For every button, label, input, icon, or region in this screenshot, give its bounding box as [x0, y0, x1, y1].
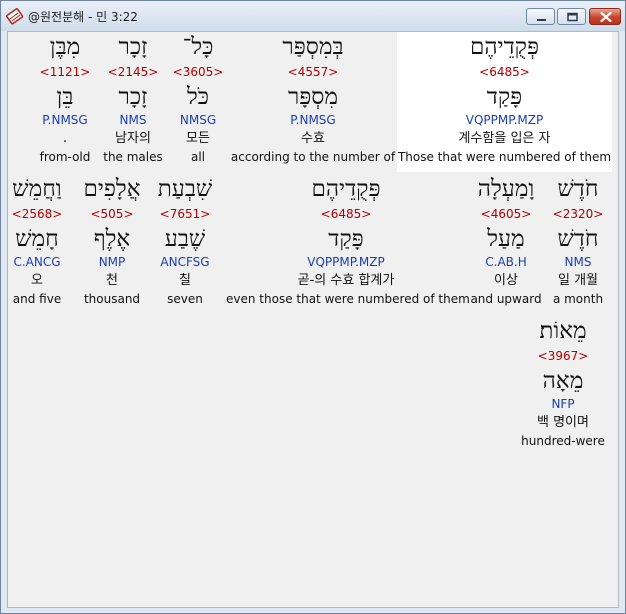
analysis-panel[interactable]: מִבֶּן <1121> בֵּן P.NMSG . from-old זָכ…	[7, 31, 619, 608]
strong-number: <6485>	[479, 65, 530, 79]
korean-gloss: 백 명이며	[537, 415, 589, 430]
korean-gloss: 천	[106, 273, 118, 288]
korean-gloss: 칠	[179, 273, 191, 288]
parsing-code: NMSG	[179, 113, 217, 127]
english-gloss: according to the number of	[230, 150, 396, 164]
parsing-code: VQPPMP.MZP	[465, 113, 544, 127]
hebrew-word: כָּל־	[182, 34, 214, 60]
strong-number: <2145>	[107, 65, 159, 79]
english-gloss: even those that were numbered of them	[226, 292, 470, 306]
hebrew-word: פְּקֻדֵיהֶם	[311, 176, 381, 202]
lexical-form: פָּקַד	[328, 226, 364, 252]
english-gloss: and upward	[470, 292, 542, 306]
strong-number: <2568>	[11, 207, 63, 221]
lexical-form: כֹּל	[186, 84, 209, 110]
strong-number: <7651>	[159, 207, 211, 221]
strong-number: <2320>	[552, 207, 604, 221]
hebrew-word: אֲלָפִים	[83, 176, 141, 202]
english-gloss: thousand	[83, 292, 141, 306]
hebrew-word: וָמַעְלָה	[477, 176, 535, 202]
lexical-form: חָמֵשׁ	[15, 226, 59, 252]
korean-gloss: .	[62, 131, 68, 146]
lexical-form: מִסְפָּר	[287, 84, 339, 110]
hebrew-word: זָכָר	[118, 34, 148, 60]
korean-gloss: 일 개월	[557, 273, 598, 288]
english-gloss: a month	[552, 292, 604, 306]
english-gloss: and five	[12, 292, 62, 306]
lexical-form: מֵאָה	[542, 368, 584, 394]
window-title: @원전분해 - 민 3:22	[28, 10, 138, 24]
parsing-code: C.ANCG	[13, 255, 61, 269]
lexical-form: זָכָר	[118, 84, 148, 110]
english-gloss: from-old	[39, 150, 91, 164]
lexical-form: חֹדֶשׁ	[557, 226, 599, 252]
parsing-code: NFP	[551, 397, 575, 411]
korean-gloss: 모든	[186, 131, 210, 146]
korean-gloss: 수효	[301, 131, 325, 146]
strong-number: <1121>	[39, 65, 91, 79]
hebrew-word: מֵאוֹת׃	[539, 318, 587, 344]
strong-number: <3605>	[172, 65, 224, 79]
lexical-form: בֵּן	[56, 84, 74, 110]
hebrew-word: מִבֶּן	[49, 34, 81, 60]
english-gloss: hundred-were	[521, 434, 605, 448]
korean-gloss: 계수함을 입은 자	[458, 131, 551, 146]
korean-gloss: 이상	[494, 273, 518, 288]
parsing-code: ANCFSG	[160, 255, 210, 269]
english-gloss: all	[190, 150, 206, 164]
lexical-form: שֶׁבַע	[164, 226, 206, 252]
minimize-button[interactable]	[526, 8, 555, 25]
korean-gloss: 오	[31, 273, 43, 288]
parsing-code: NMP	[98, 255, 126, 269]
english-gloss: seven	[167, 292, 203, 306]
hebrew-word: בְּמִסְפַּר	[282, 34, 344, 60]
english-gloss: Those that were numbered of them	[397, 150, 612, 164]
hebrew-word: וַחֲמֵשׁ	[12, 176, 62, 202]
lexical-form: מַעַל	[487, 226, 525, 252]
korean-gloss: 곧-의 수효 합계가	[297, 273, 395, 288]
close-button[interactable]	[589, 8, 621, 25]
parsing-code: NMS	[564, 255, 592, 269]
lexical-form: אֶלֶף	[93, 226, 131, 252]
strong-number: <3967>	[537, 349, 589, 363]
app-window: @원전분해 - 민 3:22 מִבֶּן <1121> בֵּן P.NMSG…	[0, 0, 626, 614]
parsing-code: P.NMSG	[290, 113, 336, 127]
english-gloss: the males	[103, 150, 163, 164]
hebrew-word: חֹדֶשׁ	[557, 176, 599, 202]
strong-number: <505>	[90, 207, 134, 221]
title-bar[interactable]: @원전분해 - 민 3:22	[1, 1, 625, 31]
hebrew-word: פְּקֻדֵיהֶם	[469, 34, 540, 60]
bible-book-icon	[6, 7, 24, 25]
parsing-code: VQPPMP.MZP	[307, 255, 385, 269]
hebrew-word: שִׁבְעַת	[157, 176, 213, 202]
maximize-button[interactable]	[557, 8, 586, 25]
strong-number: <4557>	[287, 65, 339, 79]
strong-number: <6485>	[320, 207, 372, 221]
parsing-code: C.AB.H	[485, 255, 527, 269]
parsing-code: P.NMSG	[42, 113, 88, 127]
strong-number: <4605>	[480, 207, 532, 221]
lexical-form: פָּקַד	[486, 84, 523, 110]
parsing-code: NMS	[119, 113, 147, 127]
korean-gloss: 남자의	[115, 131, 151, 146]
